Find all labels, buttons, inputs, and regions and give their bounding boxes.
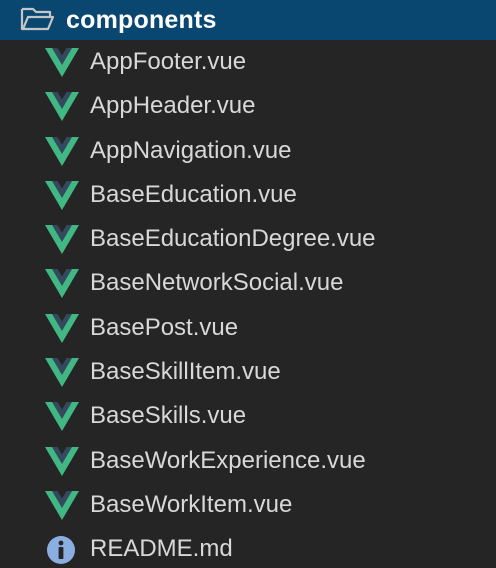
file-name: AppHeader.vue: [90, 92, 256, 120]
file-name: BaseNetworkSocial.vue: [90, 269, 344, 297]
file-item[interactable]: BasePost.vue: [0, 306, 496, 350]
vue-icon: [45, 402, 79, 432]
file-name: AppFooter.vue: [90, 48, 247, 75]
folder-name: components: [66, 6, 217, 34]
file-explorer: components AppFooter.vue AppHeader.vue App…: [0, 0, 496, 568]
file-name: BasePost.vue: [90, 313, 239, 341]
file-name: BaseSkills.vue: [90, 402, 247, 430]
file-item[interactable]: README.md: [0, 527, 496, 568]
file-item[interactable]: BaseWorkExperience.vue: [0, 439, 496, 483]
file-item[interactable]: AppFooter.vue: [0, 40, 496, 84]
file-name: BaseWorkItem.vue: [90, 490, 293, 518]
file-name: BaseWorkExperience.vue: [90, 446, 366, 474]
vue-icon: [45, 136, 79, 166]
vue-icon: [45, 225, 79, 255]
file-item[interactable]: BaseSkills.vue: [0, 394, 496, 438]
vue-icon: [45, 92, 79, 122]
file-name: AppNavigation.vue: [90, 136, 292, 164]
file-item[interactable]: BaseWorkItem.vue: [0, 483, 496, 527]
info-icon: [45, 535, 79, 565]
vue-icon: [45, 358, 79, 388]
folder-open-icon: [20, 6, 56, 32]
file-item[interactable]: BaseEducation.vue: [0, 173, 496, 217]
file-name: README.md: [90, 535, 233, 563]
file-list: AppFooter.vue AppHeader.vue AppNavigation.…: [0, 40, 496, 568]
vue-icon: [45, 180, 79, 210]
file-item[interactable]: BaseSkillItem.vue: [0, 350, 496, 394]
file-item[interactable]: BaseEducationDegree.vue: [0, 217, 496, 261]
vue-icon: [45, 269, 79, 299]
folder-components[interactable]: components: [0, 0, 496, 40]
file-name: BaseEducationDegree.vue: [90, 225, 376, 253]
file-item[interactable]: BaseNetworkSocial.vue: [0, 261, 496, 305]
file-name: BaseEducation.vue: [90, 180, 297, 208]
file-item[interactable]: AppHeader.vue: [0, 84, 496, 128]
file-item[interactable]: AppNavigation.vue: [0, 129, 496, 173]
vue-icon: [45, 446, 79, 476]
file-name: BaseSkillItem.vue: [90, 358, 281, 386]
vue-icon: [45, 313, 79, 343]
vue-icon: [45, 490, 79, 520]
vue-icon: [45, 48, 79, 77]
